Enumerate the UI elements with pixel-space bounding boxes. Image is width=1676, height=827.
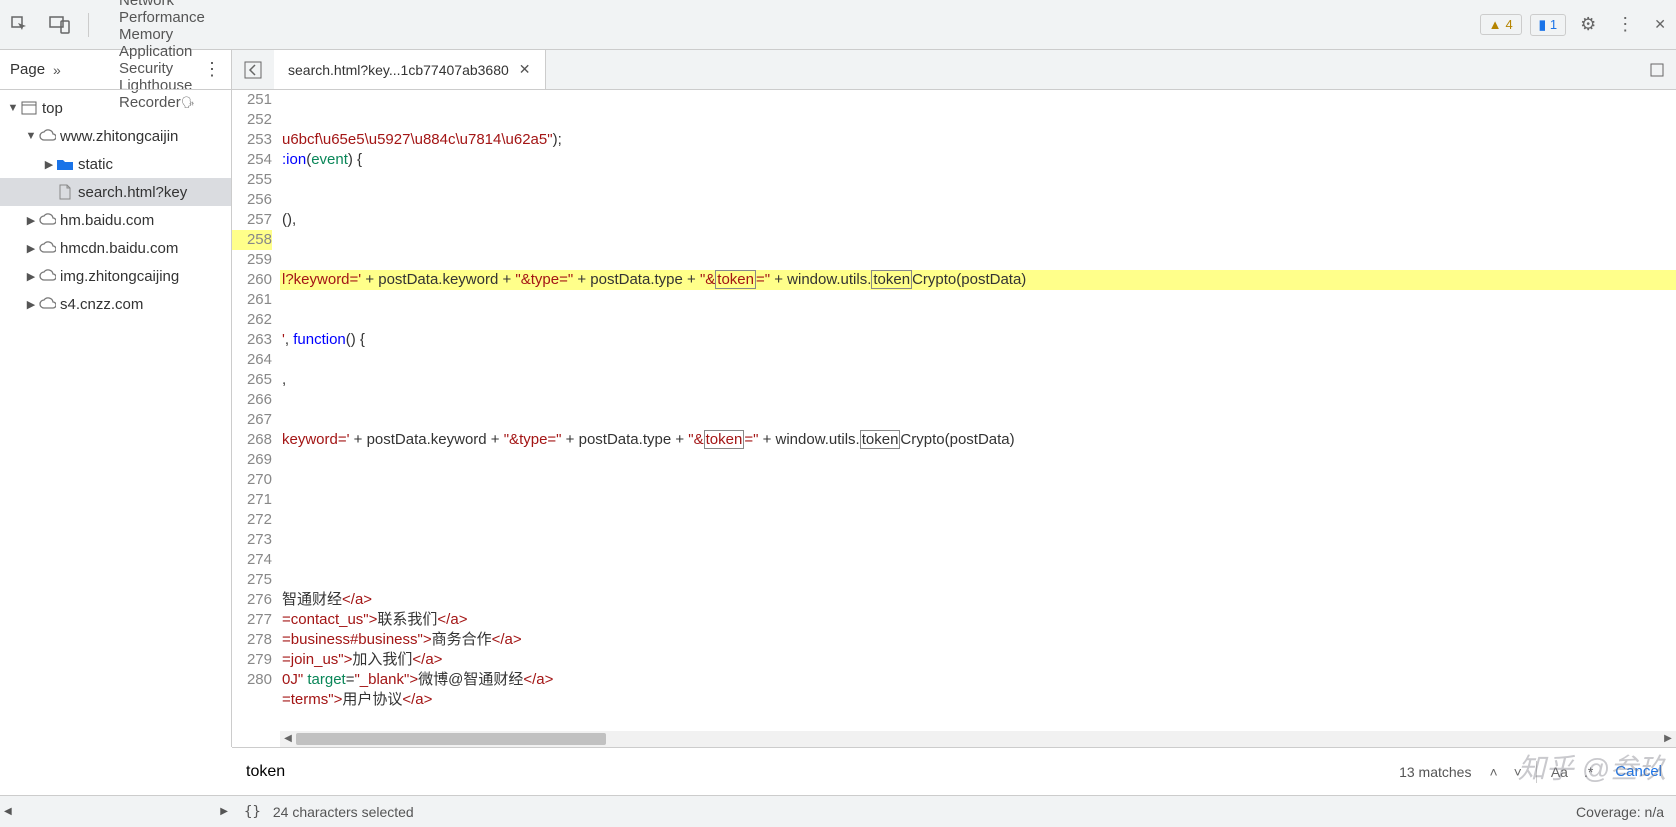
maximize-icon[interactable]: [1638, 63, 1676, 77]
sidebar-scrollbar[interactable]: ◀▶: [0, 796, 232, 827]
selection-status: 24 characters selected: [273, 804, 414, 820]
code-line[interactable]: [280, 570, 1676, 590]
code-line[interactable]: [280, 290, 1676, 310]
match-case-button[interactable]: Aa: [1543, 764, 1576, 780]
scroll-left-icon[interactable]: ◀: [280, 729, 296, 747]
info-icon: ▮: [1539, 17, 1546, 33]
code-line[interactable]: ', function() {: [280, 330, 1676, 350]
tree-item[interactable]: ▶s4.cnzz.com: [0, 290, 231, 318]
code-line[interactable]: [280, 490, 1676, 510]
editor: search.html?key...1cb77407ab3680 ✕ 25125…: [232, 50, 1676, 747]
tree-item[interactable]: ▼www.zhitongcaijin: [0, 122, 231, 150]
code-line[interactable]: (),: [280, 210, 1676, 230]
regex-button[interactable]: .*: [1576, 764, 1601, 780]
devtools-tabs: ElementsConsoleSourcesNetworkPerformance…: [0, 0, 1676, 50]
info-badge[interactable]: ▮ 1: [1530, 14, 1566, 36]
code-line[interactable]: 0J" target="_blank">微博@智通财经</a>: [280, 670, 1676, 690]
file-tab-label: search.html?key...1cb77407ab3680: [288, 62, 509, 78]
code-line[interactable]: [280, 510, 1676, 530]
tree-item[interactable]: ▶hmcdn.baidu.com: [0, 234, 231, 262]
code-line[interactable]: [280, 230, 1676, 250]
warning-count: 4: [1506, 17, 1513, 32]
sidebar-header: Page » ⋮: [0, 50, 231, 90]
code-line[interactable]: [280, 550, 1676, 570]
main-body: Page » ⋮ ▼top▼www.zhitongcaijin▶staticse…: [0, 50, 1676, 747]
search-input[interactable]: [232, 748, 1389, 795]
search-next-icon[interactable]: ˅: [1506, 764, 1530, 780]
tree-item[interactable]: search.html?key: [0, 178, 231, 206]
code-line[interactable]: [280, 250, 1676, 270]
code-line[interactable]: [280, 350, 1676, 370]
close-icon[interactable]: ✕: [519, 61, 531, 78]
code-line[interactable]: =business#business">商务合作</a>: [280, 630, 1676, 650]
code-line[interactable]: [280, 410, 1676, 430]
code-line[interactable]: keyword=' + postData.keyword + "&type=" …: [280, 430, 1676, 450]
code-line[interactable]: :ion(event) {: [280, 150, 1676, 170]
warnings-badge[interactable]: ▲ 4: [1480, 14, 1522, 35]
code-line[interactable]: ,: [280, 370, 1676, 390]
horizontal-scrollbar[interactable]: ◀ ▶: [280, 731, 1676, 747]
inspect-icon[interactable]: [0, 0, 40, 49]
warning-icon: ▲: [1489, 17, 1502, 32]
code-line[interactable]: [280, 310, 1676, 330]
chevron-right-icon[interactable]: »: [53, 62, 61, 78]
scroll-right-icon[interactable]: ▶: [1660, 729, 1676, 747]
settings-icon[interactable]: ⚙: [1570, 14, 1606, 35]
status-bar: ◀▶ {} 24 characters selected Coverage: n…: [0, 795, 1676, 827]
file-tabs: search.html?key...1cb77407ab3680 ✕: [232, 50, 1676, 90]
code-line[interactable]: 智通财经</a>: [280, 590, 1676, 610]
code-line[interactable]: =join_us">加入我们</a>: [280, 650, 1676, 670]
nav-back-icon[interactable]: [232, 61, 274, 79]
sidebar-more-icon[interactable]: ⋮: [203, 59, 221, 80]
pretty-print-icon[interactable]: {}: [232, 804, 273, 820]
search-prev-icon[interactable]: ˄: [1481, 764, 1505, 780]
more-icon[interactable]: ⋮: [1606, 14, 1644, 35]
line-gutter: 2512522532542552562572582592602612622632…: [232, 90, 280, 747]
code-line[interactable]: =terms">用户协议</a>: [280, 690, 1676, 710]
code-line[interactable]: [280, 450, 1676, 470]
tab-memory[interactable]: Memory: [97, 26, 227, 43]
file-tab[interactable]: search.html?key...1cb77407ab3680 ✕: [274, 50, 546, 89]
file-tree: ▼top▼www.zhitongcaijin▶staticsearch.html…: [0, 90, 231, 747]
code-line[interactable]: [280, 390, 1676, 410]
search-match-count: 13 matches: [1389, 764, 1481, 780]
divider: [88, 13, 89, 37]
tab-performance[interactable]: Performance: [97, 9, 227, 26]
close-devtools-icon[interactable]: ✕: [1644, 16, 1676, 33]
code-line[interactable]: [280, 530, 1676, 550]
code-area: 2512522532542552562572582592602612622632…: [232, 90, 1676, 747]
coverage-status: Coverage: n/a: [1564, 804, 1676, 820]
code-line[interactable]: =contact_us">联系我们</a>: [280, 610, 1676, 630]
code-line[interactable]: [280, 710, 1676, 730]
sidebar: Page » ⋮ ▼top▼www.zhitongcaijin▶staticse…: [0, 50, 232, 747]
code-line[interactable]: [280, 470, 1676, 490]
code-line[interactable]: u6bcf\u65e5\u5927\u884c\u7814\u62a5");: [280, 130, 1676, 150]
tree-item[interactable]: ▶img.zhitongcaijing: [0, 262, 231, 290]
tree-item[interactable]: ▶hm.baidu.com: [0, 206, 231, 234]
tab-network[interactable]: Network: [97, 0, 227, 9]
code-content[interactable]: u6bcf\u65e5\u5927\u884c\u7814\u62a5");:i…: [280, 90, 1676, 747]
search-bar: 13 matches ˄ ˅ Aa .* Cancel: [232, 747, 1676, 795]
sidebar-title[interactable]: Page: [10, 61, 45, 78]
tree-item[interactable]: ▶static: [0, 150, 231, 178]
code-line[interactable]: [280, 190, 1676, 210]
device-toggle-icon[interactable]: [40, 0, 80, 49]
scrollbar-thumb[interactable]: [296, 733, 606, 745]
code-line[interactable]: [280, 170, 1676, 190]
cancel-button[interactable]: Cancel: [1601, 763, 1676, 780]
tree-item[interactable]: ▼top: [0, 94, 231, 122]
code-line[interactable]: l?keyword=' + postData.keyword + "&type=…: [280, 270, 1676, 290]
info-count: 1: [1550, 17, 1557, 32]
